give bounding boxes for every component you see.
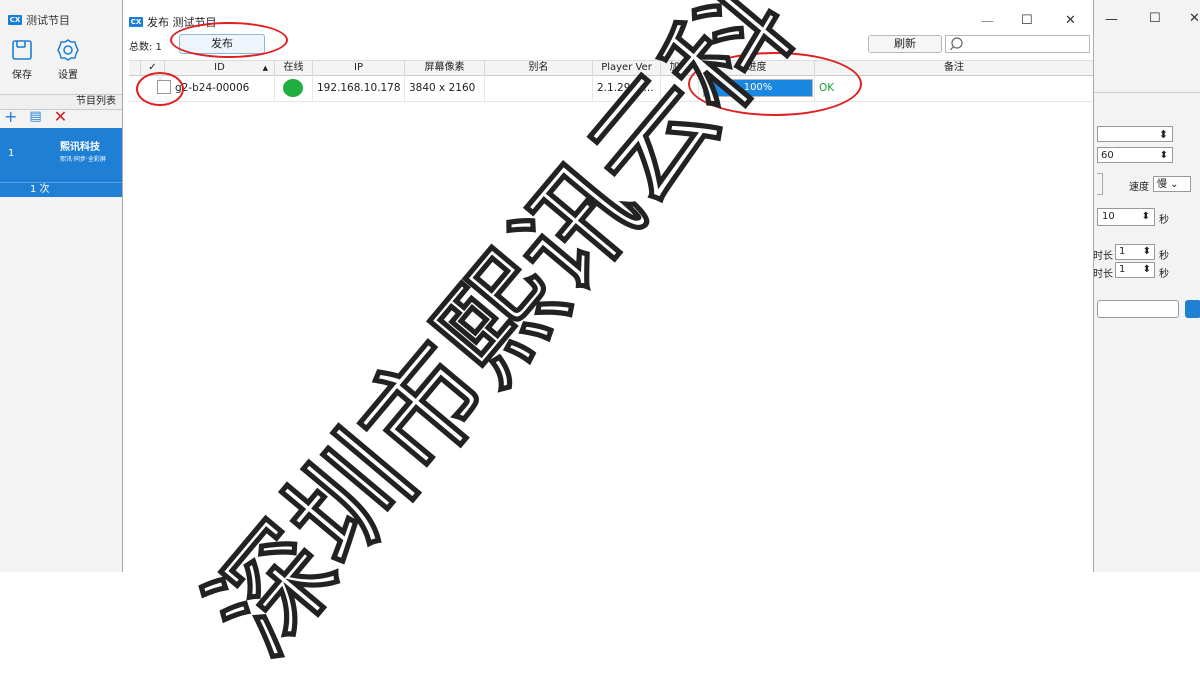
dialog-logo: CX bbox=[129, 17, 143, 27]
sort-ascending-icon: ▲ bbox=[262, 64, 268, 72]
program-index: 1 bbox=[8, 148, 15, 159]
table-row[interactable]: g2-b24-00006 192.168.10.178 3840 x 2160 … bbox=[129, 75, 1093, 102]
row-id: g2-b24-00006 bbox=[175, 75, 275, 101]
main-window-title: CX 测试节目 bbox=[8, 12, 70, 28]
publish-dialog: CX 发布 测试节目 — ☐ ✕ 总数: 1 发布 刷新 ✓ ID ▲ 在线 I… bbox=[122, 0, 1094, 572]
dialog-maximize-button[interactable]: ☐ bbox=[1021, 13, 1033, 28]
duration-value: 10 bbox=[1102, 211, 1115, 222]
app-logo: CX bbox=[8, 15, 22, 25]
field-edge bbox=[1097, 173, 1103, 195]
dialog-title-text: 发布 测试节目 bbox=[147, 16, 217, 29]
dialog-title: CX 发布 测试节目 bbox=[129, 14, 217, 30]
save-icon bbox=[12, 40, 32, 60]
col-spacer bbox=[129, 61, 141, 75]
browse-button[interactable] bbox=[1185, 300, 1200, 318]
row-checkbox[interactable] bbox=[157, 80, 171, 94]
program-brand: 熙讯科技 bbox=[60, 142, 100, 153]
save-button[interactable]: 保存 bbox=[0, 38, 44, 81]
main-window-title-text: 测试节目 bbox=[26, 14, 70, 27]
program-list-title: 节目列表 bbox=[76, 96, 116, 107]
divider bbox=[1093, 92, 1200, 93]
online-status-icon bbox=[283, 79, 303, 97]
len1-label: 时长 bbox=[1093, 251, 1113, 262]
add-program-icon[interactable]: + bbox=[4, 108, 17, 126]
program-list-actions: + ▤ ✕ bbox=[4, 108, 67, 126]
len2-stepper[interactable]: 1 ⬍ bbox=[1115, 262, 1155, 278]
col-alias[interactable]: 别名 bbox=[485, 61, 593, 75]
search-icon bbox=[950, 37, 963, 51]
col-ip[interactable]: IP bbox=[313, 61, 405, 75]
device-table-header: ✓ ID ▲ 在线 IP 屏幕像素 别名 Player Ver 加密 进度 备注 bbox=[129, 60, 1093, 76]
dialog-minimize-button[interactable]: — bbox=[981, 14, 994, 29]
main-minimize-button[interactable]: — bbox=[1105, 12, 1118, 27]
program-play-count-bar: 1 次 bbox=[0, 182, 122, 197]
settings-button[interactable]: 设置 bbox=[46, 38, 90, 81]
len2-label: 时长 bbox=[1093, 269, 1113, 280]
main-window-left-panel: CX 测试节目 保存 设置 节目列表 + ▤ ✕ 1 熙讯科技 熙讯·同步·全彩… bbox=[0, 0, 123, 572]
col-progress[interactable]: 进度 bbox=[699, 61, 815, 75]
publish-button[interactable]: 发布 bbox=[179, 34, 265, 54]
duration-stepper[interactable]: 10 ⬍ bbox=[1097, 208, 1155, 226]
row-progress-cell: 100% bbox=[699, 75, 815, 101]
main-close-button[interactable]: ✕ bbox=[1189, 11, 1200, 26]
row-ip: 192.168.10.178 bbox=[313, 75, 405, 101]
speed-value: 慢 bbox=[1157, 179, 1167, 190]
program-list-item[interactable]: 1 熙讯科技 熙讯·同步·全彩屏 bbox=[0, 128, 122, 182]
len1-sec-label: 秒 bbox=[1159, 251, 1169, 262]
field-stepper-2[interactable]: 60 ⬍ bbox=[1097, 147, 1173, 163]
main-window-right-panel: — ☐ ✕ ⬍ 60 ⬍ 速度 慢 ⌄ 10 ⬍ 秒 时长 1 ⬍ 秒 时长 1 ⬍ 秒 bbox=[1092, 0, 1200, 572]
col-online[interactable]: 在线 bbox=[275, 61, 313, 75]
row-online-cell bbox=[275, 75, 313, 101]
len1-stepper[interactable]: 1 ⬍ bbox=[1115, 244, 1155, 260]
progress-bar: 100% bbox=[703, 79, 813, 97]
speed-label: 速度 bbox=[1129, 182, 1149, 193]
program-subtitle: 熙讯·同步·全彩屏 bbox=[60, 156, 106, 163]
row-encrypt bbox=[661, 75, 699, 101]
settings-label: 设置 bbox=[58, 70, 78, 81]
main-maximize-button[interactable]: ☐ bbox=[1149, 11, 1161, 26]
search-input[interactable] bbox=[945, 35, 1090, 53]
row-player-ver: 2.1.29-la... bbox=[593, 75, 661, 101]
field-value-60: 60 bbox=[1101, 150, 1114, 161]
dialog-close-button[interactable]: ✕ bbox=[1065, 13, 1076, 28]
col-encrypt[interactable]: 加密 bbox=[661, 61, 699, 75]
row-status: OK bbox=[819, 82, 835, 94]
len1-value: 1 bbox=[1119, 246, 1126, 257]
gear-icon bbox=[57, 39, 79, 61]
field-stepper-1[interactable]: ⬍ bbox=[1097, 126, 1173, 142]
len2-value: 1 bbox=[1119, 264, 1126, 275]
row-resolution: 3840 x 2160 bbox=[405, 75, 485, 101]
select-all-checkbox[interactable]: ✓ bbox=[141, 61, 165, 75]
total-count: 总数: 1 bbox=[129, 42, 162, 53]
col-note[interactable]: 备注 bbox=[815, 61, 1093, 75]
len2-sec-label: 秒 bbox=[1159, 269, 1169, 280]
col-id[interactable]: ID ▲ bbox=[165, 61, 275, 75]
duration-sec-label: 秒 bbox=[1159, 215, 1169, 226]
speed-select[interactable]: 慢 ⌄ bbox=[1153, 176, 1191, 192]
col-resolution[interactable]: 屏幕像素 bbox=[405, 61, 485, 75]
row-alias bbox=[485, 75, 593, 101]
row-checkbox-cell bbox=[153, 75, 175, 101]
refresh-button[interactable]: 刷新 bbox=[868, 35, 942, 53]
copy-program-icon[interactable]: ▤ bbox=[29, 108, 41, 126]
col-id-label: ID bbox=[214, 62, 225, 73]
delete-program-icon[interactable]: ✕ bbox=[54, 108, 67, 126]
col-player-ver[interactable]: Player Ver bbox=[593, 61, 661, 75]
program-play-count: 1 次 bbox=[30, 184, 50, 195]
path-input[interactable] bbox=[1097, 300, 1179, 318]
save-label: 保存 bbox=[12, 70, 32, 81]
progress-text: 100% bbox=[743, 82, 773, 93]
